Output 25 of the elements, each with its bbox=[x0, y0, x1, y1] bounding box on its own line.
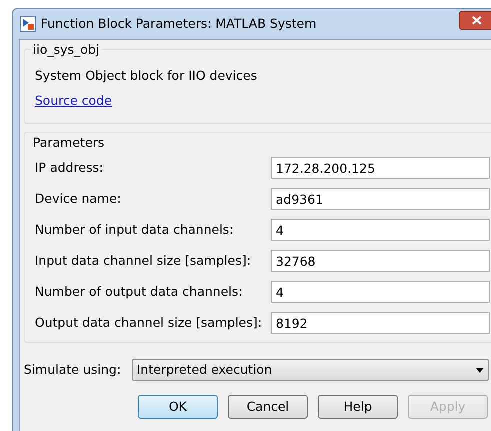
close-button[interactable] bbox=[459, 10, 491, 30]
block-icon bbox=[20, 16, 36, 32]
block-description: System Object block for IIO devices bbox=[35, 67, 258, 85]
source-code-link[interactable]: Source code bbox=[35, 92, 112, 110]
simulate-dropdown[interactable]: Interpreted execution bbox=[132, 359, 489, 381]
window-title: Function Block Parameters: MATLAB System bbox=[41, 14, 317, 33]
close-icon bbox=[472, 16, 482, 24]
field-label: Number of output data channels: bbox=[35, 282, 244, 301]
dropdown-arrow-icon bbox=[476, 368, 484, 372]
field-label: Output data channel size [samples]: bbox=[35, 314, 264, 332]
parameters-title: Parameters bbox=[32, 134, 106, 152]
field-label: Device name: bbox=[35, 190, 122, 208]
input-field[interactable]: 32768 bbox=[271, 250, 490, 272]
dialog-button[interactable]: OK bbox=[138, 395, 218, 419]
input-field[interactable]: ad9361 bbox=[271, 188, 490, 210]
input-field[interactable]: 4 bbox=[271, 281, 490, 303]
field-label: IP address: bbox=[35, 158, 105, 177]
field-label: Number of input data channels: bbox=[35, 220, 235, 239]
input-field[interactable]: 172.28.200.125 bbox=[271, 157, 490, 179]
dialog-button[interactable]: Help bbox=[318, 395, 398, 419]
field-label: Input data channel size [samples]: bbox=[35, 252, 252, 270]
input-field[interactable]: 8192 bbox=[271, 312, 490, 334]
simulate-label: Simulate using: bbox=[24, 360, 122, 379]
input-field[interactable]: 4 bbox=[271, 219, 490, 241]
dialog-button[interactable]: Cancel bbox=[228, 395, 308, 419]
